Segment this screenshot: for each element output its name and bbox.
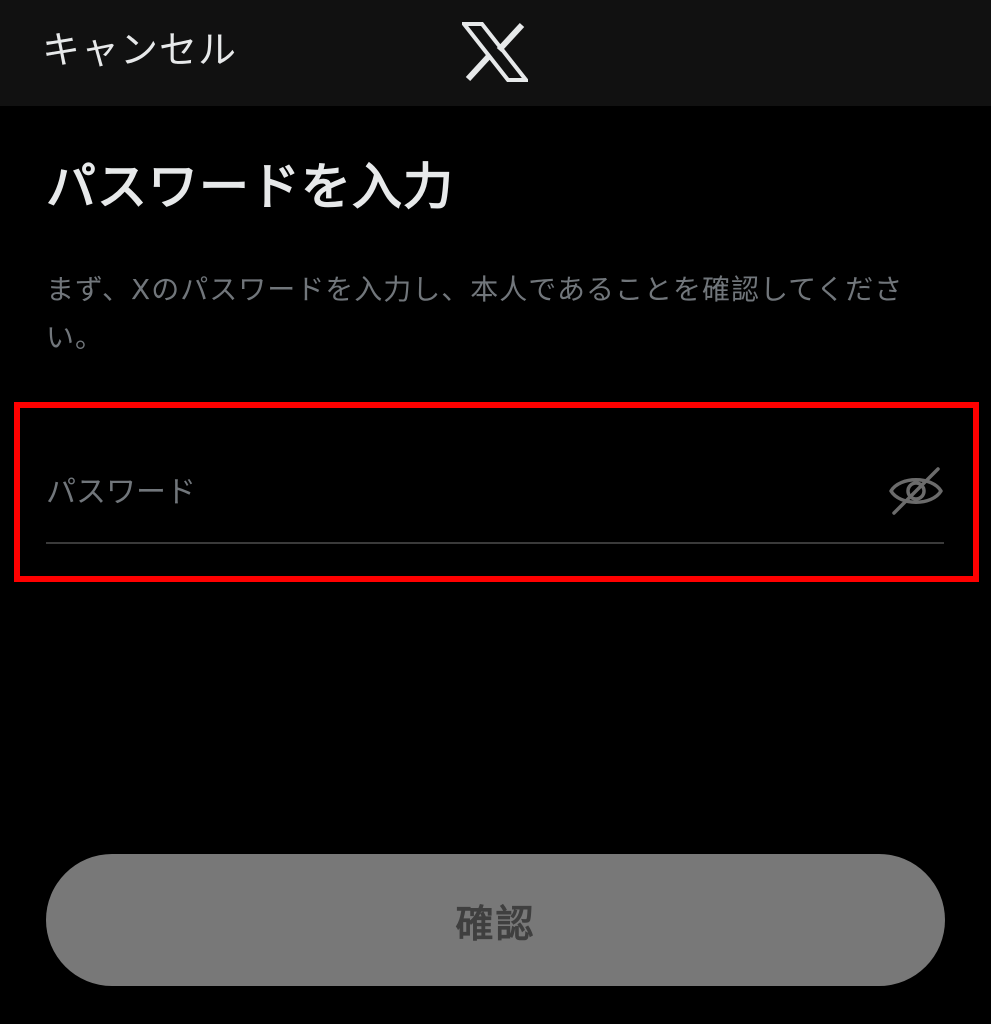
description-text: まず、Xのパスワードを入力し、本人であることを確認してください。	[46, 273, 904, 354]
password-input[interactable]	[46, 468, 866, 516]
confirm-button[interactable]: 確認	[46, 854, 945, 986]
password-field[interactable]	[46, 452, 944, 544]
eye-slash-icon[interactable]	[888, 466, 944, 516]
x-logo-icon	[459, 22, 531, 82]
top-bar: キャンセル	[0, 0, 991, 106]
page-title: パスワードを入力	[46, 158, 454, 216]
cancel-button[interactable]: キャンセル	[42, 24, 237, 76]
